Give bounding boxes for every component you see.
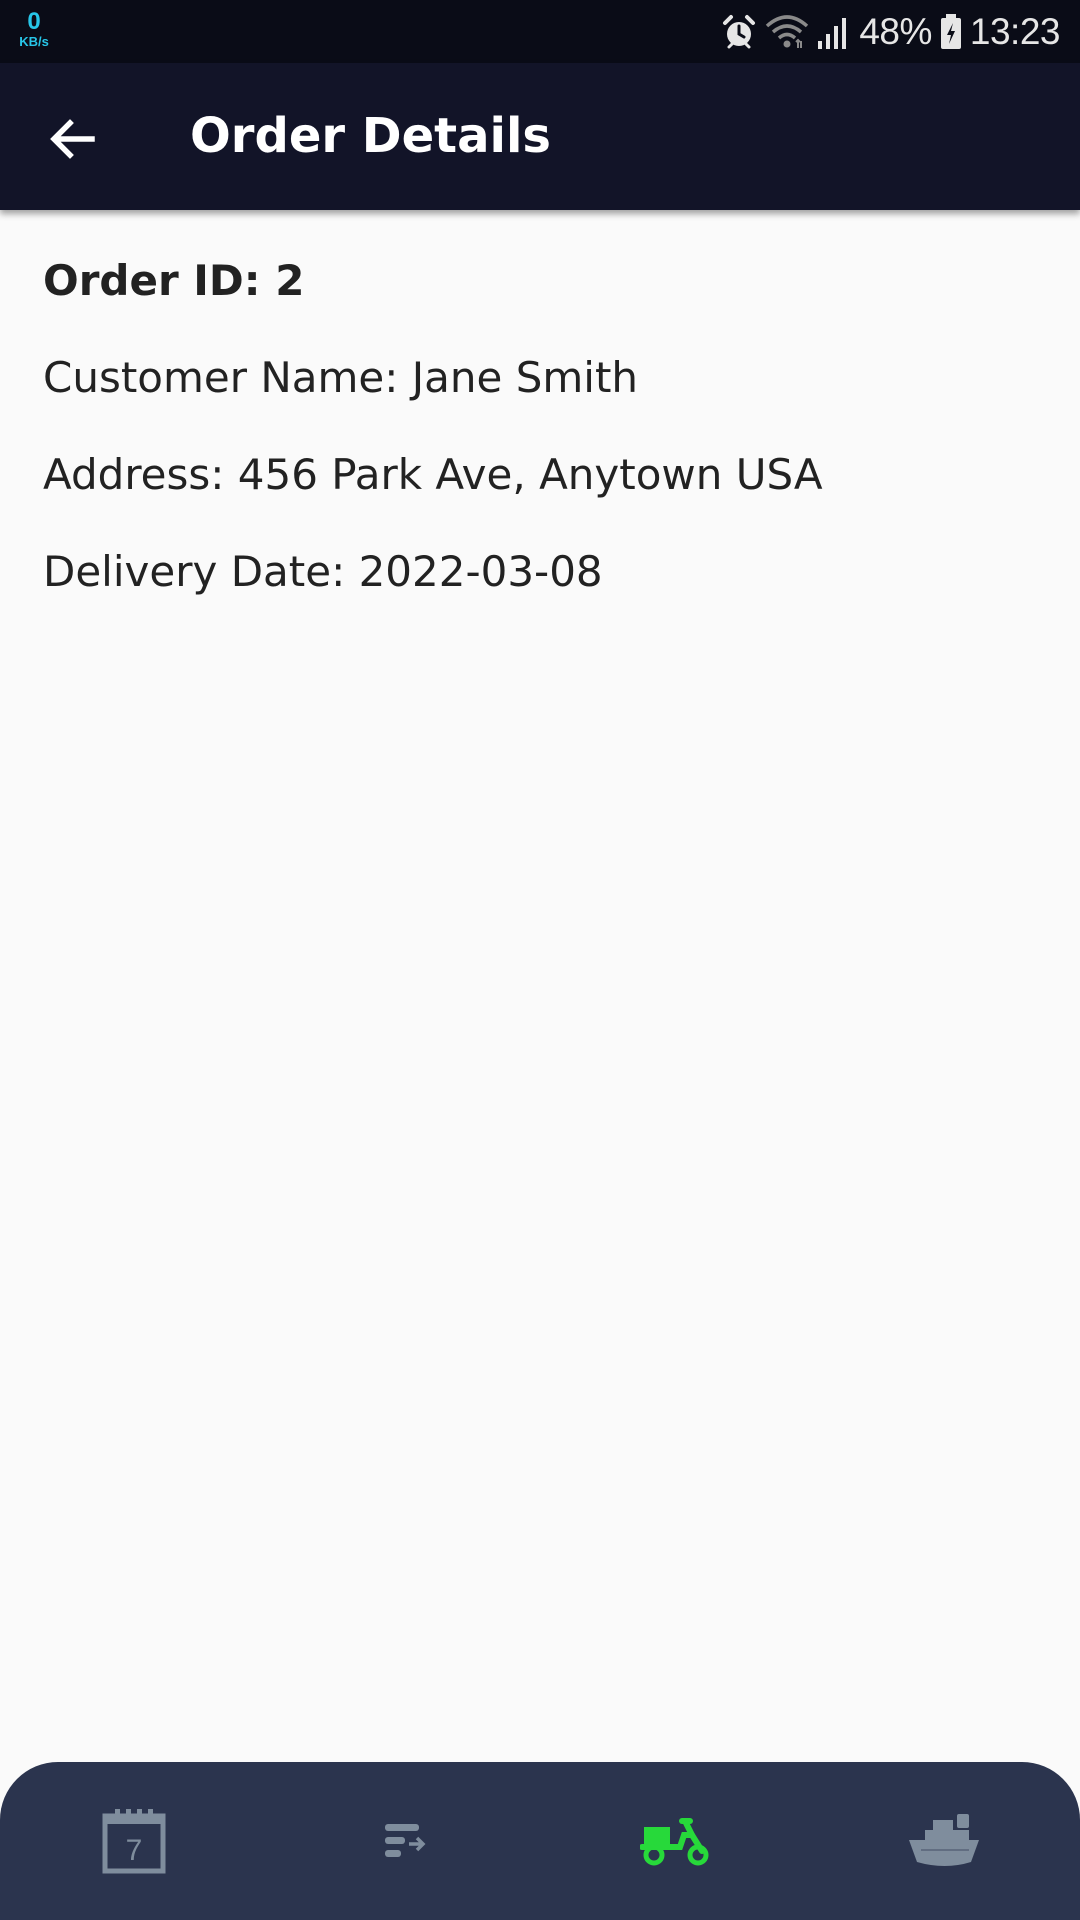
address-text: Address: 456 Park Ave, Anytown USA — [43, 450, 823, 499]
nav-item-list[interactable] — [330, 1762, 480, 1920]
customer-name-text: Customer Name: Jane Smith — [43, 353, 639, 402]
calendar-day-number: 7 — [126, 1834, 143, 1867]
calendar-icon: 7 — [102, 1809, 166, 1874]
order-id-text: Order ID: 2 — [43, 256, 305, 305]
signal-icon — [818, 17, 847, 49]
network-speed-indicator: 0 KB/s — [14, 8, 54, 49]
nav-item-shipping[interactable] — [870, 1762, 1020, 1920]
battery-charging-icon — [940, 13, 961, 49]
clock-time: 13:23 — [969, 10, 1061, 52]
battery-percent: 48% — [859, 10, 932, 52]
arrow-left-icon — [50, 119, 95, 159]
ship-icon — [909, 1814, 979, 1866]
delivery-date-text: Delivery Date: 2022-03-08 — [43, 547, 603, 596]
bottom-navigation: 7 — [0, 1762, 1080, 1920]
app-bar: Order Details — [0, 63, 1080, 210]
nav-item-delivery[interactable] — [600, 1762, 750, 1920]
status-bar: 0 KB/s 48% 13:23 — [0, 0, 1080, 63]
wifi-icon — [766, 14, 809, 48]
network-speed-value: 0 — [27, 8, 41, 35]
list-arrow-icon — [385, 1824, 426, 1857]
network-speed-unit: KB/s — [19, 34, 49, 49]
nav-item-calendar[interactable]: 7 — [59, 1762, 209, 1920]
scooter-delivery-icon — [640, 1818, 709, 1866]
status-icons: 48% 13:23 — [721, 0, 1061, 63]
page-title: Order Details — [190, 108, 551, 164]
alarm-icon — [723, 14, 756, 48]
back-button[interactable] — [34, 101, 110, 177]
